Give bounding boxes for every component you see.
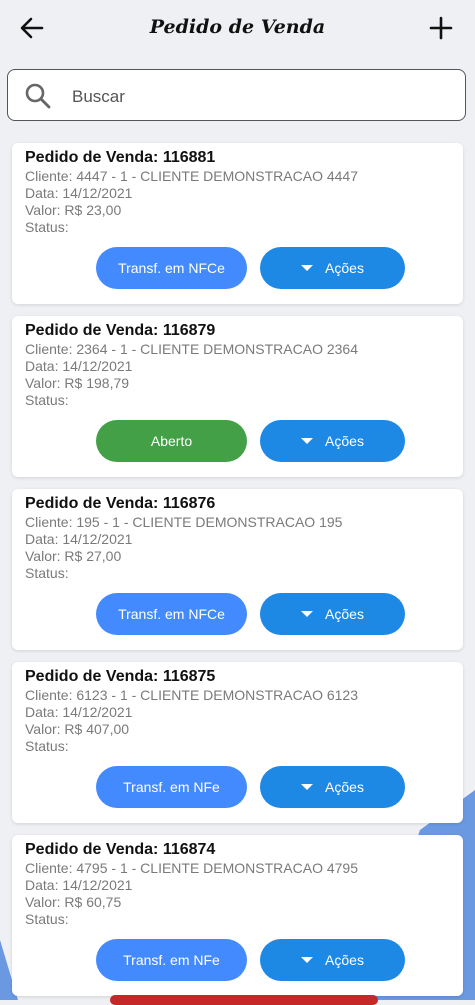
actions-dropdown-button[interactable]: Ações xyxy=(260,420,405,462)
order-date: Data: 14/12/2021 xyxy=(25,358,133,374)
transfer-nfe-button[interactable]: Transf. em NFe xyxy=(96,939,247,981)
order-card[interactable]: Pedido de Venda: 116881 Cliente: 4447 - … xyxy=(12,143,463,304)
order-card[interactable]: Pedido de Venda: 116879 Cliente: 2364 - … xyxy=(12,316,463,477)
order-card[interactable]: Pedido de Venda: 116876 Cliente: 195 - 1… xyxy=(12,489,463,650)
order-title: Pedido de Venda: 116879 xyxy=(25,322,216,339)
order-value: Valor: R$ 198,79 xyxy=(25,375,130,391)
caret-down-icon xyxy=(301,784,314,790)
order-client: Cliente: 2364 - 1 - CLIENTE DEMONSTRACAO… xyxy=(25,341,359,357)
actions-dropdown-button[interactable]: Ações xyxy=(260,247,405,289)
search-bar xyxy=(7,69,466,121)
order-card[interactable]: Pedido de Venda: 116875 Cliente: 6123 - … xyxy=(12,662,463,823)
actions-dropdown-button[interactable]: Ações xyxy=(260,766,405,808)
order-value: Valor: R$ 27,00 xyxy=(25,548,122,564)
order-list: Pedido de Venda: 116881 Cliente: 4447 - … xyxy=(0,0,475,1005)
transfer-nfce-button[interactable]: Transf. em NFCe xyxy=(96,593,247,635)
order-title: Pedido de Venda: 116875 xyxy=(25,668,216,685)
status-aberto-button[interactable]: Aberto xyxy=(96,420,247,462)
order-title: Pedido de Venda: 116876 xyxy=(25,495,216,512)
app-header: Pedido de Venda xyxy=(0,0,475,58)
caret-down-icon xyxy=(301,265,314,271)
order-client: Cliente: 4795 - 1 - CLIENTE DEMONSTRACAO… xyxy=(25,860,359,876)
caret-down-icon xyxy=(301,611,314,617)
order-title: Pedido de Venda: 116874 xyxy=(25,841,216,858)
order-value: Valor: R$ 407,00 xyxy=(25,721,130,737)
search-icon[interactable] xyxy=(24,82,52,110)
order-client: Cliente: 4447 - 1 - CLIENTE DEMONSTRACAO… xyxy=(25,168,359,184)
order-status-label: Status: xyxy=(25,738,69,754)
order-date: Data: 14/12/2021 xyxy=(25,704,133,720)
order-value: Valor: R$ 60,75 xyxy=(25,894,122,910)
caret-down-icon xyxy=(301,957,314,963)
order-client: Cliente: 195 - 1 - CLIENTE DEMONSTRACAO … xyxy=(25,514,343,530)
order-date: Data: 14/12/2021 xyxy=(25,877,133,893)
transfer-nfe-button[interactable]: Transf. em NFe xyxy=(96,766,247,808)
order-client: Cliente: 6123 - 1 - CLIENTE DEMONSTRACAO… xyxy=(25,687,359,703)
transfer-nfce-button[interactable]: Transf. em NFCe xyxy=(96,247,247,289)
order-status-label: Status: xyxy=(25,219,69,235)
actions-dropdown-button[interactable]: Ações xyxy=(260,593,405,635)
order-title: Pedido de Venda: 116881 xyxy=(25,149,216,166)
order-status-label: Status: xyxy=(25,565,69,581)
order-status-label: Status: xyxy=(25,911,69,927)
search-input[interactable] xyxy=(70,82,444,112)
order-card[interactable]: Pedido de Venda: 116874 Cliente: 4795 - … xyxy=(12,835,463,996)
page-title: Pedido de Venda xyxy=(149,16,326,38)
plus-icon[interactable] xyxy=(427,14,455,42)
actions-dropdown-button[interactable]: Ações xyxy=(260,939,405,981)
order-status-label: Status: xyxy=(25,392,69,408)
order-date: Data: 14/12/2021 xyxy=(25,185,133,201)
caret-down-icon xyxy=(301,438,314,444)
order-date: Data: 14/12/2021 xyxy=(25,531,133,547)
next-card-button-peek[interactable] xyxy=(110,995,378,1005)
order-value: Valor: R$ 23,00 xyxy=(25,202,122,218)
